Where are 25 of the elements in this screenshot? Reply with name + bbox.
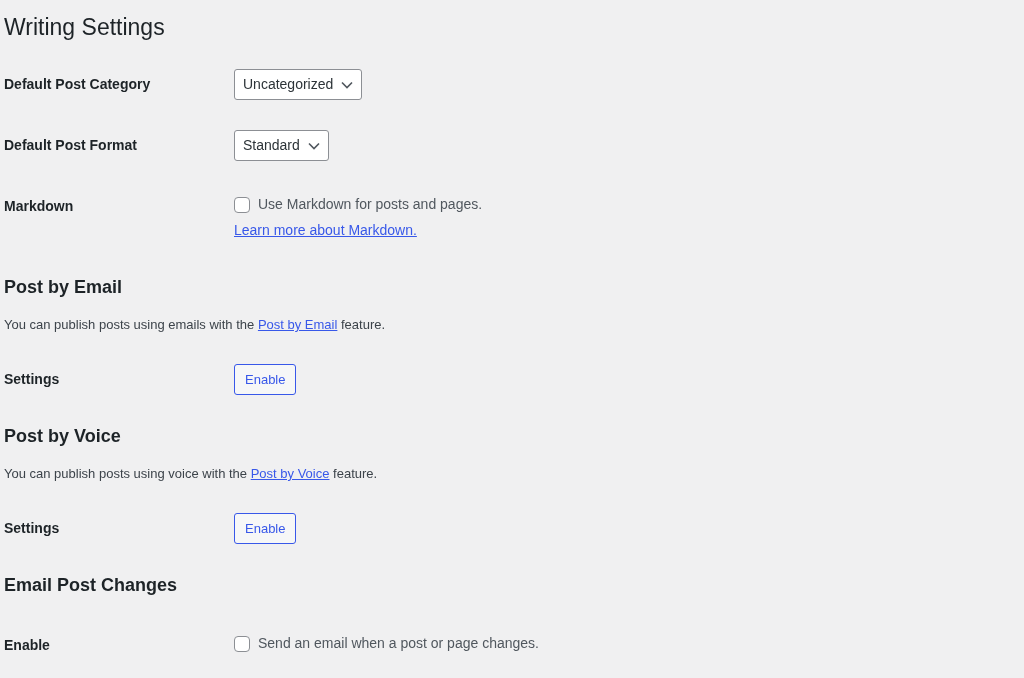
section-heading: Post by Email (4, 276, 124, 299)
enable-button[interactable]: Enable (234, 513, 297, 544)
learn-more-link[interactable]: Learn more about Markdown. (234, 220, 483, 241)
setting-label: Default Post Category (4, 75, 152, 94)
checkbox[interactable] (234, 635, 250, 652)
setting-label: Enable (4, 636, 51, 655)
setting-label: Default Post Format (4, 136, 138, 155)
section-description: You can publish posts using voice with the Post by Voice feature. (4, 465, 379, 483)
chevron-down-icon (341, 80, 354, 89)
section-description: You can publish posts using emails with the Post by Email feature. (4, 316, 387, 334)
page-title: Writing Settings (4, 13, 166, 42)
dropdown[interactable]: Standard (234, 130, 329, 161)
setting-label: Markdown (4, 197, 75, 216)
checkbox-label: Use Markdown for posts and pages. (258, 195, 483, 214)
enable-button[interactable]: Enable (234, 364, 297, 395)
feature-link[interactable]: Post by Voice (250, 466, 330, 481)
feature-link[interactable]: Post by Email (257, 317, 338, 332)
setting-label: Settings (4, 519, 61, 538)
section-heading: Post by Voice (4, 425, 122, 448)
section-heading: Email Post Changes (4, 574, 179, 597)
chevron-down-icon (307, 141, 320, 150)
setting-label: Settings (4, 370, 61, 389)
dropdown[interactable]: Uncategorized (234, 69, 363, 100)
checkbox[interactable] (234, 196, 250, 213)
checkbox-label: Send an email when a post or page changes. (258, 634, 539, 653)
